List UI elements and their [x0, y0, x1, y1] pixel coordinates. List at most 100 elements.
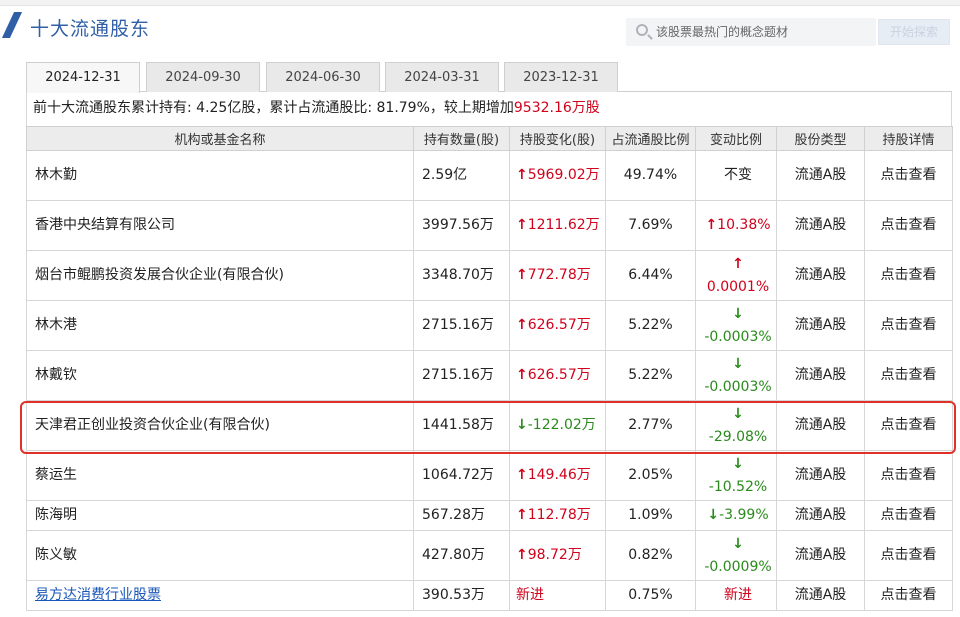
- holding-qty: 2.59亿: [422, 167, 468, 183]
- tab-2024-06-30[interactable]: 2024-06-30: [266, 62, 380, 92]
- holder-name-cell: 烟台市鲲鹏投资发展合伙企业(有限合伙): [26, 250, 414, 301]
- holder-name: 林木港: [35, 317, 77, 333]
- float-ratio-cell: 2.05%: [605, 450, 696, 501]
- arrow-up-icon: ↑: [516, 217, 528, 233]
- view-detail-link[interactable]: 点击查看: [864, 530, 953, 581]
- holding-change: 1211.62万: [527, 217, 600, 233]
- change-ratio: -29.08%: [708, 428, 768, 445]
- arrow-down-icon: ↓: [732, 405, 744, 422]
- view-detail-link[interactable]: 点击查看: [864, 450, 953, 501]
- holding-change-cell: ↑626.57万: [509, 300, 606, 351]
- holder-name: 林木勤: [35, 167, 77, 183]
- view-detail-link[interactable]: 点击查看: [864, 300, 953, 351]
- holder-name: 林戴钦: [35, 367, 77, 383]
- search-icon: [636, 24, 648, 36]
- arrow-down-icon: ↓: [516, 417, 528, 433]
- table-row: 林木勤 2.59亿 ↑5969.02万 49.74% 不变 流通A股 点击查看: [26, 150, 953, 201]
- period-tabs: 2024-12-31 2024-09-30 2024-06-30 2024-03…: [26, 62, 952, 93]
- float-ratio-cell: 0.82%: [605, 530, 696, 581]
- holding-qty-cell: 390.53万: [413, 580, 510, 611]
- share-type: 流通A股: [794, 547, 847, 563]
- view-detail-link[interactable]: 点击查看: [864, 350, 953, 401]
- holding-qty: 390.53万: [422, 587, 485, 603]
- holding-change: 626.57万: [527, 317, 591, 333]
- holder-name: 天津君正创业投资合伙企业(有限合伙): [35, 417, 270, 433]
- share-type: 流通A股: [794, 267, 847, 283]
- tab-2024-09-30[interactable]: 2024-09-30: [146, 62, 260, 92]
- view-detail-link[interactable]: 点击查看: [864, 500, 953, 531]
- share-type-cell: 流通A股: [776, 400, 865, 451]
- summary-text: 前十大流通股东累计持有: 4.25亿股，累计占流通股比: 81.79%，较上期增…: [33, 100, 514, 116]
- arrow-up-icon: ↑: [516, 507, 528, 523]
- holding-qty-cell: 2715.16万: [413, 300, 510, 351]
- change-ratio: 0.0001%: [706, 278, 770, 295]
- float-ratio: 7.69%: [628, 217, 673, 233]
- view-detail-link[interactable]: 点击查看: [864, 150, 953, 201]
- view-detail-link[interactable]: 点击查看: [864, 250, 953, 301]
- holding-change: 772.78万: [527, 267, 591, 283]
- view-detail-link[interactable]: 点击查看: [864, 200, 953, 251]
- search-box[interactable]: [626, 18, 876, 46]
- share-type: 流通A股: [794, 587, 847, 603]
- arrow-down-icon: ↓: [732, 355, 744, 372]
- tab-2024-03-31[interactable]: 2024-03-31: [385, 62, 499, 92]
- search-input[interactable]: [656, 22, 866, 42]
- holding-qty-cell: 2715.16万: [413, 350, 510, 401]
- change-ratio-cell: ↓ -3.99%: [695, 500, 777, 531]
- holding-qty: 1441.58万: [422, 417, 494, 433]
- arrow-up-icon: ↑: [516, 317, 528, 333]
- col-header-share-type: 股份类型: [776, 126, 865, 151]
- arrow-up-icon: ↑: [516, 467, 528, 483]
- col-header-change-ratio: 变动比例: [695, 126, 777, 151]
- table-row: 烟台市鲲鹏投资发展合伙企业(有限合伙) 3348.70万 ↑772.78万 6.44%…: [26, 250, 953, 301]
- arrow-down-icon: ↓: [732, 455, 744, 472]
- change-ratio: -0.0003%: [704, 378, 772, 395]
- float-ratio-cell: 6.44%: [605, 250, 696, 301]
- change-ratio: 不变: [724, 167, 752, 183]
- table-row: 香港中央结算有限公司 3997.56万 ↑1211.62万 7.69% ↑ 10.38%…: [26, 200, 953, 251]
- col-header-ratio: 占流通股比例: [605, 126, 696, 151]
- share-type-cell: 流通A股: [776, 350, 865, 401]
- holding-change: 98.72万: [527, 547, 582, 563]
- holder-name-cell: 天津君正创业投资合伙企业(有限合伙): [26, 400, 414, 451]
- share-type: 流通A股: [794, 467, 847, 483]
- float-ratio: 2.05%: [628, 467, 673, 483]
- holding-qty-cell: 1441.58万: [413, 400, 510, 451]
- share-type-cell: 流通A股: [776, 200, 865, 251]
- arrow-up-icon: ↑: [516, 367, 528, 383]
- holding-qty: 1064.72万: [422, 467, 494, 483]
- change-ratio-cell: ↓ -0.0003%: [695, 350, 777, 401]
- table-row: 陈义敏 427.80万 ↑98.72万 0.82% ↓ -0.0009% 流通A股 点击查看: [26, 530, 953, 581]
- share-type: 流通A股: [794, 367, 847, 383]
- share-type: 流通A股: [794, 217, 847, 233]
- view-detail-link[interactable]: 点击查看: [864, 400, 953, 451]
- float-ratio-cell: 49.74%: [605, 150, 696, 201]
- tab-2024-12-31[interactable]: 2024-12-31: [26, 62, 140, 93]
- holding-change: 112.78万: [527, 507, 591, 523]
- table-row: 天津君正创业投资合伙企业(有限合伙) 1441.58万 ↓-122.02万 2.77%…: [26, 400, 953, 451]
- tab-2023-12-31[interactable]: 2023-12-31: [504, 62, 618, 92]
- share-type-cell: 流通A股: [776, 250, 865, 301]
- table-header-row: 机构或基金名称 持有数量(股) 持股变化(股) 占流通股比例 变动比例 股份类型…: [26, 126, 953, 151]
- holder-name: 香港中央结算有限公司: [35, 217, 175, 233]
- holder-name-cell: 陈义敏: [26, 530, 414, 581]
- float-ratio: 2.77%: [628, 417, 673, 433]
- arrow-up-icon: ↑: [732, 255, 744, 272]
- holder-name-cell: 林戴钦: [26, 350, 414, 401]
- arrow-up-icon: ↑: [516, 267, 528, 283]
- holding-qty: 567.28万: [422, 507, 485, 523]
- holding-qty: 3348.70万: [422, 267, 494, 283]
- search-button[interactable]: 开始探索: [878, 19, 950, 45]
- holder-name-cell[interactable]: 易方达消费行业股票: [26, 580, 414, 611]
- col-header-change: 持股变化(股): [509, 126, 606, 151]
- section-title: 十大流通股东: [30, 18, 151, 40]
- view-detail-link[interactable]: 点击查看: [864, 580, 953, 611]
- col-header-detail: 持股详情: [864, 126, 953, 151]
- share-type: 流通A股: [794, 167, 847, 183]
- holder-name[interactable]: 易方达消费行业股票: [35, 587, 161, 603]
- holding-change: 5969.02万: [527, 167, 600, 183]
- holder-name-cell: 林木港: [26, 300, 414, 351]
- share-type: 流通A股: [794, 317, 847, 333]
- change-ratio: -0.0009%: [704, 558, 772, 575]
- holding-change-cell: ↑149.46万: [509, 450, 606, 501]
